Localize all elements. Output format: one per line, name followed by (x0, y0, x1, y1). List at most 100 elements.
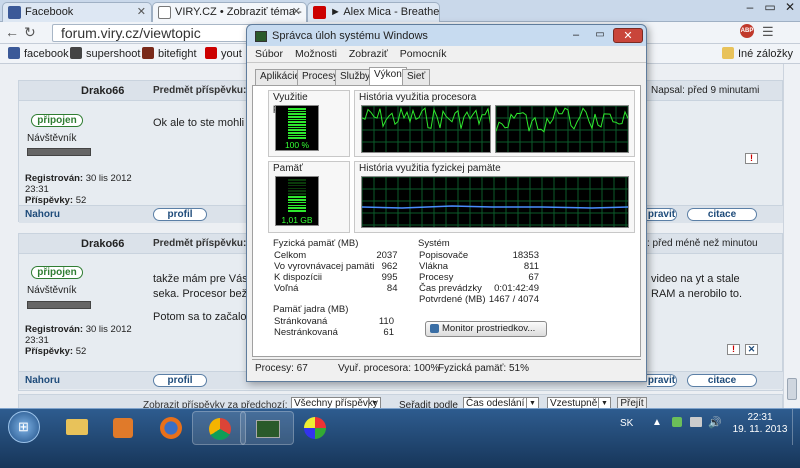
close-window-icon[interactable]: ✕ (780, 0, 800, 18)
posts-label: Příspěvky: (25, 346, 74, 357)
resource-monitor-label: Monitor prostriedkov... (442, 323, 536, 334)
tray-arrow-icon[interactable]: ▲ (652, 417, 662, 428)
registered-label: Registrován: (25, 324, 84, 335)
meter-segment (288, 121, 306, 123)
delete-icon[interactable]: ✕ (745, 344, 758, 355)
bookmark-supershoot[interactable]: supershoot (70, 47, 140, 60)
show-desktop-button[interactable] (792, 409, 800, 445)
table-row: Vlákna 811 (418, 261, 540, 272)
stat-label: Celkom (274, 250, 307, 261)
bookmark-bitefight[interactable]: bitefight (142, 47, 197, 60)
close-icon[interactable]: ✕ (613, 28, 643, 43)
taskbar-task-manager[interactable] (240, 411, 294, 445)
minimize-icon[interactable]: – (565, 29, 587, 43)
network-icon[interactable] (690, 417, 702, 427)
tab-youtube[interactable]: ► Alex Mica - Breathe (Of (307, 2, 440, 22)
settings-icon[interactable]: ☰ (762, 24, 774, 40)
report-icon[interactable]: ! (745, 153, 758, 164)
physical-memory-table: Celkom 2037 Vo vyrovnávacej pamäti 962 K d… (273, 250, 398, 294)
meter-segment (288, 137, 306, 139)
taskbar-explorer[interactable] (50, 411, 104, 445)
post-author[interactable]: Drako66 (81, 85, 124, 97)
post-body-line: takže mám pre Vás s (153, 273, 257, 285)
taskbar-chrome[interactable] (192, 411, 246, 445)
user-role: Návštěvník (27, 133, 77, 144)
shield-icon (430, 324, 439, 333)
quote-button[interactable]: citace (687, 374, 757, 387)
folder-icon (66, 419, 88, 435)
bookmark-youtube[interactable]: yout (205, 47, 242, 60)
facebook-icon (8, 47, 20, 59)
menu-file[interactable]: Súbor (255, 48, 283, 60)
windows-logo-icon: ⊞ (18, 419, 29, 434)
tab-network[interactable]: Sieť (402, 69, 431, 85)
post-body-line: video na yt a stale (651, 273, 740, 285)
meter-segment (288, 190, 306, 193)
back-to-top-link[interactable]: Nahoru (25, 209, 60, 220)
post-body-line: seka. Procesor beží (153, 288, 251, 300)
quote-button[interactable]: citace (687, 208, 757, 221)
tab-viry[interactable]: VIRY.CZ • Zobraziť téma - ✕ (152, 2, 307, 22)
close-icon[interactable]: ✕ (292, 5, 301, 18)
stat-label: Vo vyrovnávacej pamäti (274, 261, 375, 272)
taskbar-firefox[interactable] (144, 411, 198, 445)
youtube-icon (313, 6, 326, 19)
adblock-icon[interactable]: ABP (740, 24, 754, 38)
taskbar-paint[interactable] (288, 411, 342, 445)
edit-button[interactable]: pravit (647, 374, 677, 387)
bookmark-label: Iné záložky (738, 48, 794, 60)
menu-help[interactable]: Pomocník (400, 48, 447, 60)
resource-monitor-button[interactable]: Monitor prostriedkov... (425, 321, 547, 337)
clock[interactable]: 22:31 19. 11. 2013 (730, 412, 790, 436)
stat-value: 2037 (376, 250, 398, 261)
meter-segment (288, 110, 306, 113)
post-body-line: RAM a nerobilo to. (651, 288, 743, 300)
window-title: Správca úloh systému Windows (272, 30, 428, 42)
minimize-icon[interactable]: – (740, 0, 760, 18)
maximize-icon[interactable]: ▭ (760, 0, 780, 18)
user-info: Registrován: 30 lis 2012 23:31 Příspěvky… (25, 324, 145, 357)
edit-button[interactable]: pravit (647, 208, 677, 221)
volume-icon[interactable]: 🔊 (708, 416, 722, 429)
profile-button[interactable]: profil (153, 208, 207, 221)
media-player-icon (113, 418, 133, 438)
flag-icon[interactable] (672, 417, 682, 427)
scrollbar-thumb[interactable] (787, 378, 797, 400)
windows-taskbar: ⊞ SK ▲ 🔊 22:31 19. 11. 2013 (0, 408, 800, 468)
address-bar[interactable]: forum.viry.cz/viewtopic (52, 24, 252, 42)
profile-button[interactable]: profil (153, 374, 207, 387)
reload-icon[interactable]: ↻ (24, 24, 36, 41)
meter-segment (288, 184, 306, 187)
table-row: Voľná 84 (273, 283, 398, 294)
bookmark-label: facebook (24, 48, 69, 60)
maximize-icon[interactable]: ▭ (589, 29, 611, 43)
status-memory: Fyzická pamäť: 51% (438, 363, 530, 374)
menu-view[interactable]: Zobraziť (349, 48, 388, 60)
close-icon[interactable]: ✕ (137, 5, 146, 18)
tab-facebook[interactable]: Facebook ✕ (2, 2, 152, 22)
meter-segment (288, 207, 306, 210)
page-scrollbar[interactable] (783, 64, 800, 408)
taskbar-media-player[interactable] (97, 411, 151, 445)
post-author[interactable]: Drako66 (81, 238, 124, 250)
browser-tab-strip: Facebook ✕ VIRY.CZ • Zobraziť téma - ✕ ►… (0, 0, 800, 22)
bookmark-label: supershoot (86, 48, 141, 60)
supershoot-icon (70, 47, 82, 59)
stat-value: 962 (381, 261, 398, 272)
post-body-line: Potom sa to začalo a (153, 311, 256, 323)
menu-options[interactable]: Možnosti (295, 48, 337, 60)
other-bookmarks[interactable]: Iné záložky (722, 47, 793, 60)
memory-history-graph (361, 176, 629, 228)
back-to-top-link[interactable]: Nahoru (25, 375, 60, 386)
meter-segment (288, 116, 306, 118)
status-processes: Procesy: 67 (255, 363, 308, 374)
report-icon[interactable]: ! (727, 344, 740, 355)
performance-panel: Využitie procesora 100 % História využit… (252, 85, 641, 357)
chrome-icon (209, 418, 231, 440)
memory-label: Pamäť (273, 163, 303, 174)
bookmark-facebook[interactable]: facebook (8, 47, 69, 60)
start-button[interactable]: ⊞ (8, 411, 40, 443)
language-indicator[interactable]: SK (620, 418, 633, 429)
memory-history-label: História využitia fyzickej pamäte (359, 163, 501, 174)
back-icon[interactable]: ← (5, 24, 19, 40)
